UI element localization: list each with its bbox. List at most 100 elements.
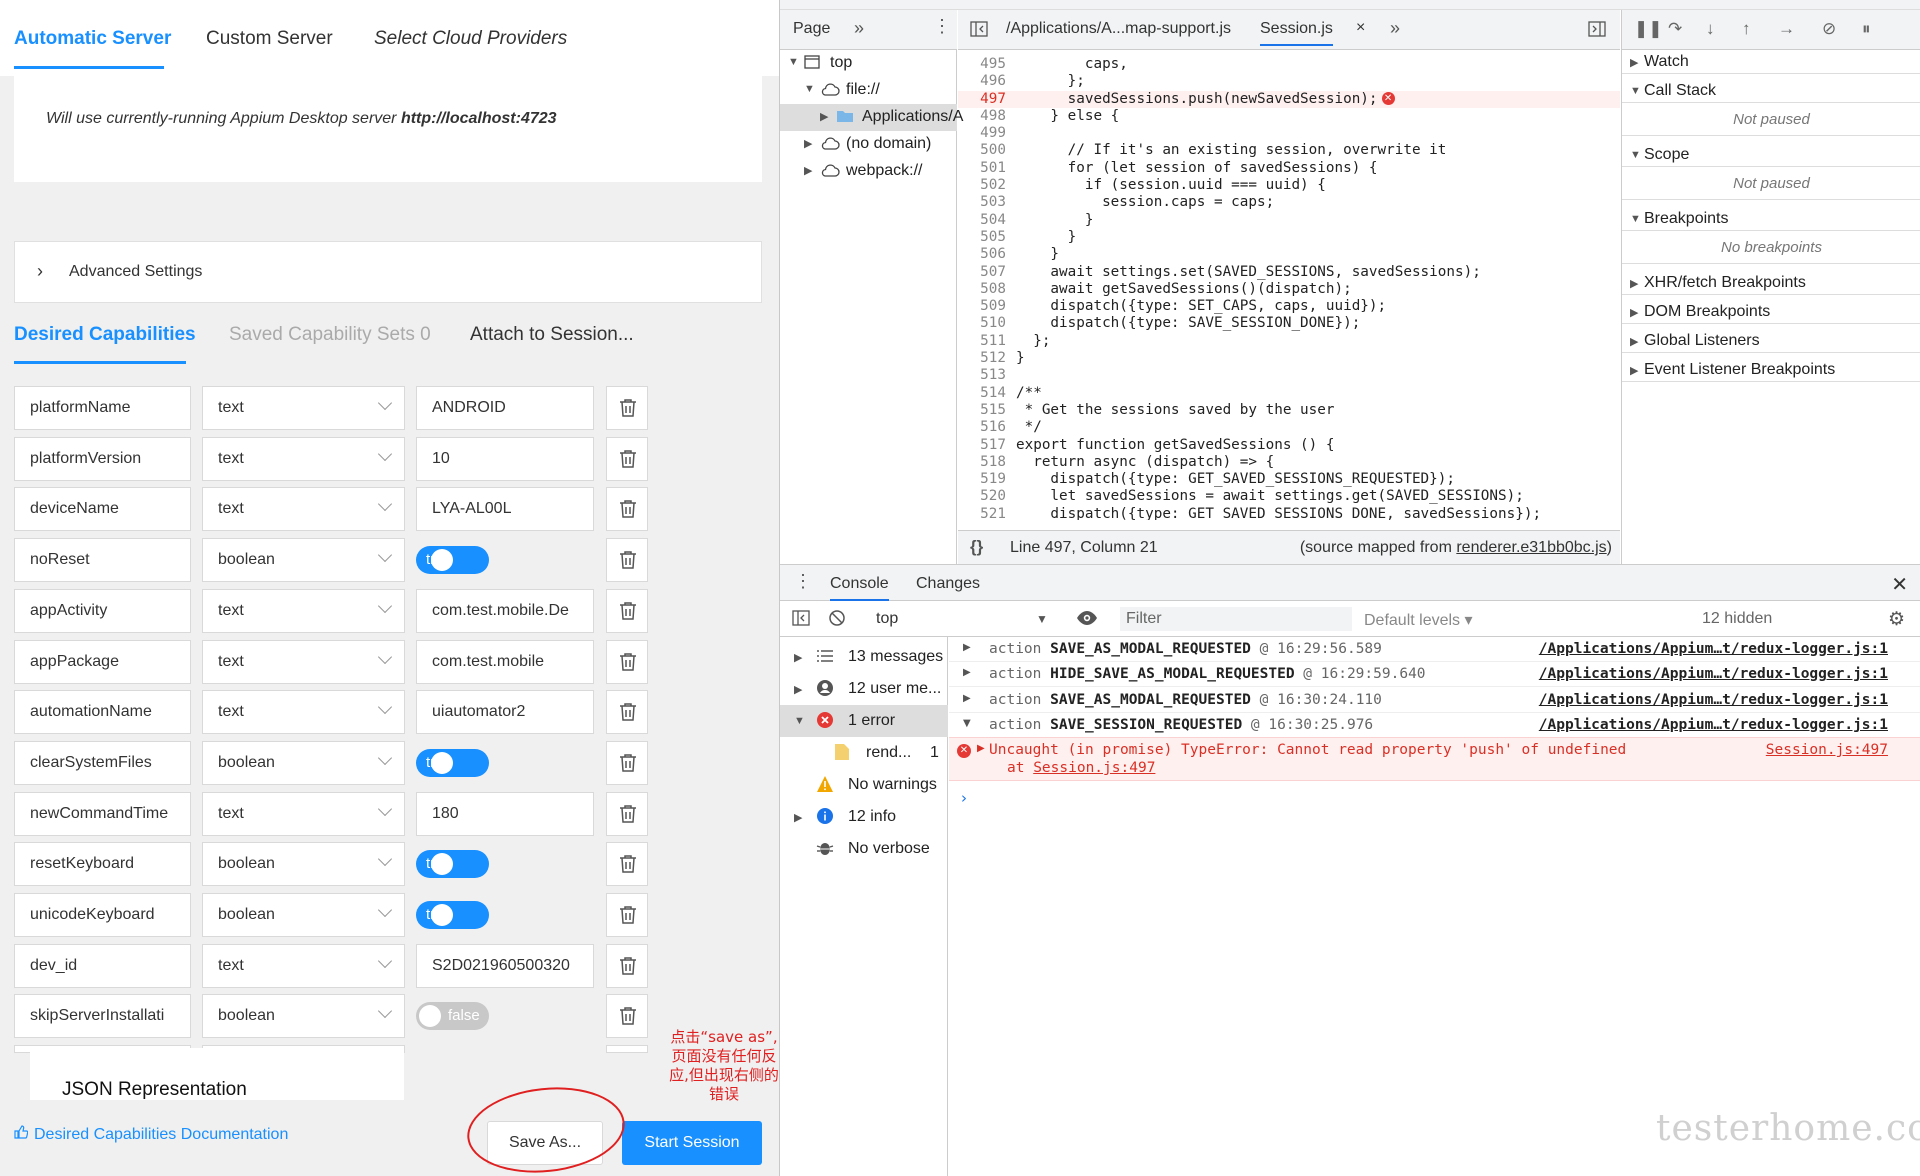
toggle-navigator-icon[interactable]: [970, 20, 988, 43]
console-prompt-icon[interactable]: ›: [961, 789, 967, 807]
close-tab-icon[interactable]: ×: [1356, 19, 1365, 37]
log-source-link[interactable]: /Applications/Appium…t/redux-logger.js:1: [1539, 692, 1888, 708]
toggle-sidebar-icon[interactable]: [792, 609, 810, 632]
line-number[interactable]: 496: [958, 73, 1006, 90]
debugger-pane-header[interactable]: ▶ Global Listeners: [1622, 329, 1920, 353]
log-source-link[interactable]: /Applications/Appium…t/redux-logger.js:1: [1539, 641, 1888, 657]
capability-value-input[interactable]: com.test.mobile.De: [416, 588, 594, 633]
line-number[interactable]: 511: [958, 333, 1006, 350]
capability-value-input[interactable]: S2D021960500320: [416, 943, 594, 988]
triangle-right-icon[interactable]: ▶: [963, 667, 971, 678]
tab-attach-to-session[interactable]: Attach to Session...: [470, 324, 634, 346]
close-drawer-icon[interactable]: ✕: [1891, 572, 1908, 597]
triangle-right-icon[interactable]: ▶: [794, 651, 802, 664]
capability-value-input[interactable]: LYA-AL00L: [416, 487, 594, 532]
tab-console[interactable]: Console: [830, 575, 889, 601]
line-number[interactable]: 517: [958, 437, 1006, 454]
capability-boolean-switch[interactable]: true: [416, 546, 489, 575]
delete-capability-button[interactable]: [606, 386, 648, 430]
triangle-right-icon[interactable]: ▶: [794, 811, 802, 824]
debugger-pane-header[interactable]: ▼ Call Stack: [1622, 79, 1920, 103]
line-number[interactable]: 497: [958, 91, 1006, 108]
desired-capabilities-docs-link[interactable]: Desired Capabilities Documentation: [14, 1125, 288, 1144]
eye-icon[interactable]: [1076, 609, 1098, 632]
triangle-right-icon[interactable]: ▶: [963, 642, 971, 653]
step-icon[interactable]: →: [1778, 19, 1795, 39]
capability-name-input[interactable]: platformVersion: [14, 436, 191, 481]
capability-value-input[interactable]: 180: [416, 791, 594, 836]
delete-capability-button[interactable]: [606, 994, 648, 1039]
line-number[interactable]: 504: [958, 212, 1006, 229]
triangle-right-icon[interactable]: ▶: [794, 683, 802, 696]
capability-type-select[interactable]: text: [202, 588, 405, 633]
context-selector[interactable]: top: [876, 610, 898, 628]
triangle-down-icon[interactable]: ▼: [804, 83, 815, 95]
tab-custom-server[interactable]: Custom Server: [206, 28, 333, 50]
debugger-pane-header[interactable]: ▶ Event Listener Breakpoints: [1622, 358, 1920, 382]
delete-capability-button[interactable]: [606, 740, 648, 785]
delete-capability-button[interactable]: [606, 943, 648, 988]
triangle-right-icon[interactable]: ▶: [804, 164, 812, 177]
capability-type-select[interactable]: boolean: [202, 893, 405, 937]
line-number[interactable]: 510: [958, 315, 1006, 332]
capability-type-select[interactable]: text: [202, 791, 405, 836]
code-view[interactable]: 495 caps, 496 }; 497 savedSessions.push(ne…: [958, 50, 1620, 520]
line-number[interactable]: 514: [958, 385, 1006, 402]
debugger-pane-header[interactable]: ▶ DOM Breakpoints: [1622, 300, 1920, 324]
console-sidebar-item[interactable]: rend... 1: [780, 737, 948, 769]
line-number[interactable]: 518: [958, 454, 1006, 471]
capability-name-input[interactable]: newCommandTime: [14, 791, 191, 836]
more-tabs-icon[interactable]: »: [1390, 18, 1400, 39]
navigator-tree-item[interactable]: ▶ (no domain): [780, 131, 957, 158]
console-sidebar-item[interactable]: No verbose: [780, 833, 948, 865]
capability-name-input[interactable]: platformName: [14, 386, 191, 430]
tab-source-map-support[interactable]: /Applications/A...map-support.js: [1006, 20, 1231, 38]
capability-value-input[interactable]: ANDROID: [416, 386, 594, 430]
tab-changes[interactable]: Changes: [916, 575, 980, 593]
capability-name-input[interactable]: resetKeyboard: [14, 842, 191, 887]
capability-boolean-switch[interactable]: true: [416, 850, 489, 879]
console-sidebar-item[interactable]: ▶ 12 info: [780, 801, 948, 833]
capability-type-select[interactable]: text: [202, 943, 405, 988]
step-over-icon[interactable]: ↷: [1668, 19, 1682, 39]
capability-type-select[interactable]: text: [202, 386, 405, 430]
capability-boolean-switch[interactable]: false: [416, 1002, 489, 1031]
line-number[interactable]: 516: [958, 419, 1006, 436]
start-session-button[interactable]: Start Session: [622, 1121, 762, 1165]
kebab-menu-icon[interactable]: ⋮: [794, 571, 812, 592]
line-number[interactable]: 519: [958, 471, 1006, 488]
advanced-settings-collapse[interactable]: › Advanced Settings: [14, 241, 762, 303]
capability-name-input[interactable]: appPackage: [14, 639, 191, 684]
capability-type-select[interactable]: boolean: [202, 740, 405, 785]
triangle-down-icon[interactable]: ▼: [794, 715, 805, 727]
line-number[interactable]: 512: [958, 350, 1006, 367]
console-log-row[interactable]: ▶ action HIDE_SAVE_AS_MODAL_REQUESTED @ 1…: [949, 662, 1920, 688]
capability-name-input[interactable]: deviceName: [14, 487, 191, 532]
console-sidebar-item[interactable]: ▼ 1 error: [780, 705, 948, 737]
expand-triangle-icon[interactable]: ▶: [977, 743, 985, 754]
line-number[interactable]: 495: [958, 56, 1006, 73]
tab-select-cloud-providers[interactable]: Select Cloud Providers: [374, 28, 567, 50]
capability-boolean-switch[interactable]: true: [416, 748, 489, 777]
tab-page[interactable]: Page: [793, 20, 830, 38]
debugger-pane-header[interactable]: ▼ Breakpoints: [1622, 207, 1920, 231]
capability-name-input[interactable]: skipServerInstallati: [14, 994, 191, 1039]
debugger-pane-header[interactable]: ▶ Watch: [1622, 50, 1920, 74]
debugger-pane-header[interactable]: ▶ XHR/fetch Breakpoints: [1622, 271, 1920, 295]
delete-capability-button[interactable]: [606, 639, 648, 684]
pretty-print-icon[interactable]: {}: [970, 537, 983, 557]
log-levels-dropdown[interactable]: Default levels ▾: [1364, 610, 1473, 630]
step-into-icon[interactable]: ↓: [1706, 19, 1715, 39]
capability-boolean-switch[interactable]: true: [416, 901, 489, 929]
error-source-link[interactable]: Session.js:497: [1766, 742, 1888, 758]
delete-capability-button[interactable]: [606, 690, 648, 735]
delete-capability-button[interactable]: [606, 487, 648, 532]
kebab-menu-icon[interactable]: ⋮: [933, 16, 951, 37]
capability-value-input[interactable]: uiautomator2: [416, 690, 594, 735]
triangle-down-icon[interactable]: ▼: [963, 718, 971, 729]
delete-capability-button[interactable]: [606, 588, 648, 633]
line-number[interactable]: 509: [958, 298, 1006, 315]
line-number[interactable]: 503: [958, 194, 1006, 211]
line-number[interactable]: 502: [958, 177, 1006, 194]
line-number[interactable]: 506: [958, 246, 1006, 263]
